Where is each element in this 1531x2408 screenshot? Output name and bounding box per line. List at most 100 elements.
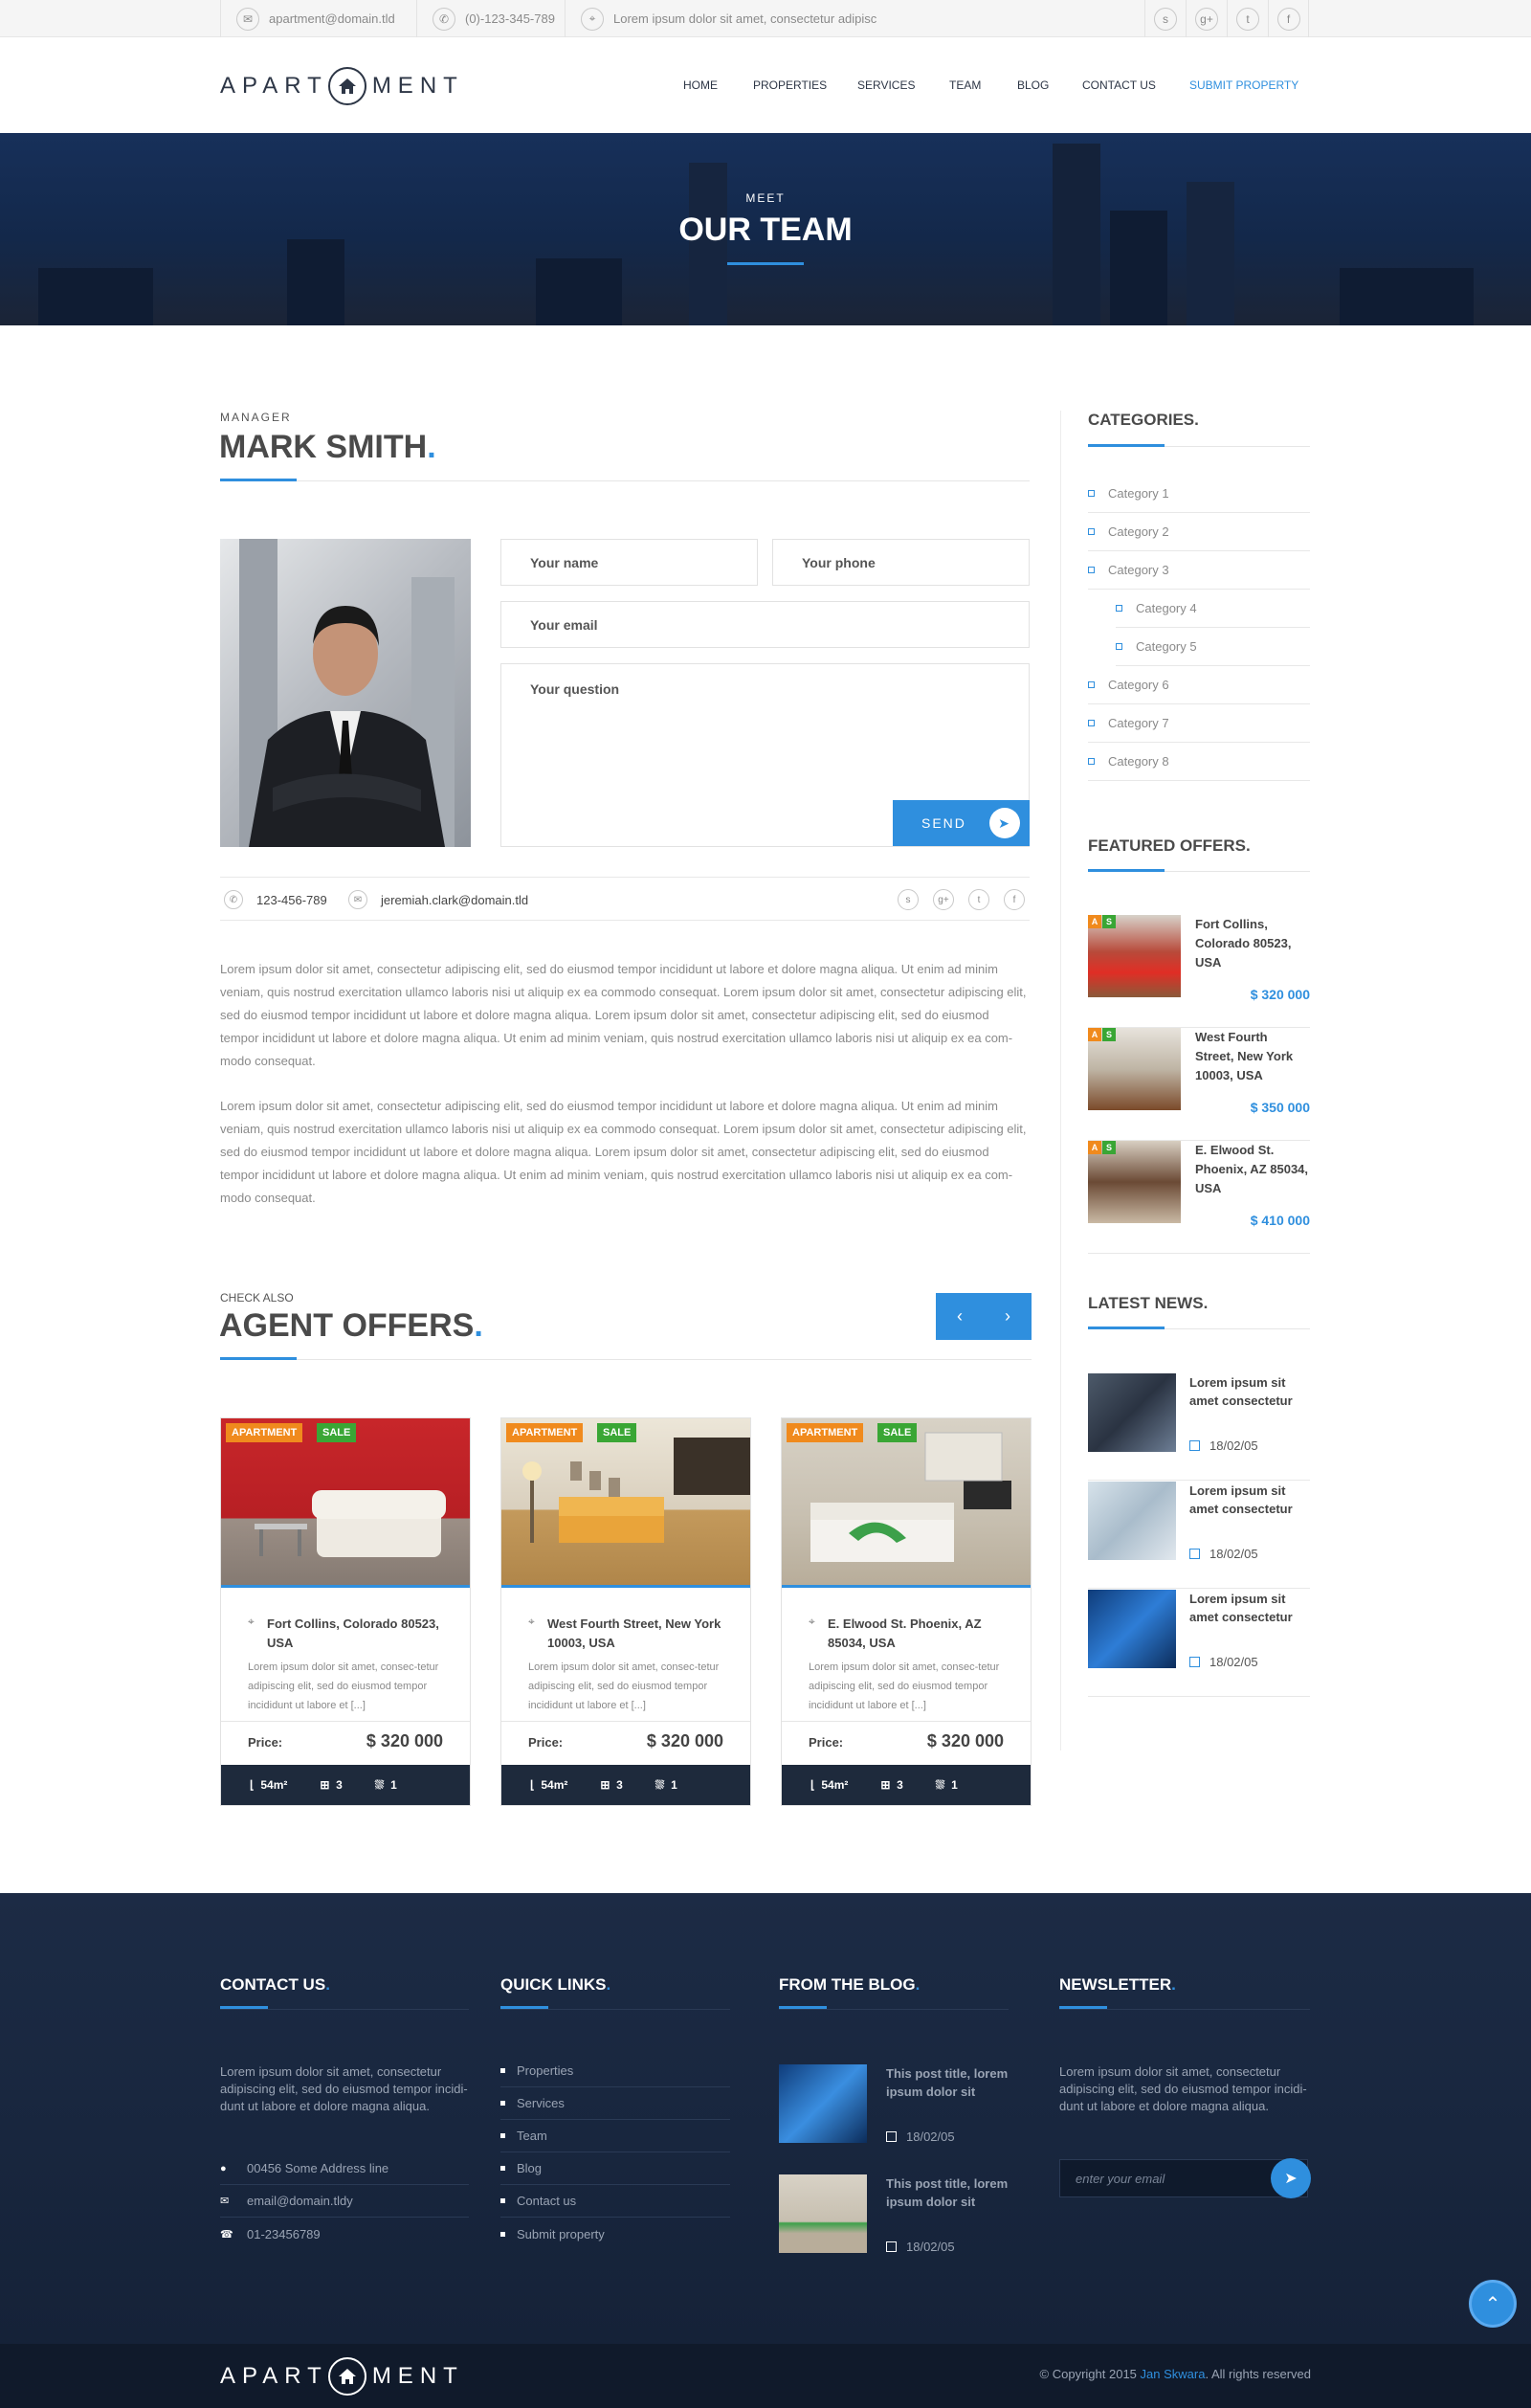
nav-team[interactable]: TEAM bbox=[949, 78, 981, 92]
hero-title: OUR TEAM bbox=[678, 212, 853, 248]
topbar-phone[interactable]: ✆ (0)-123-345-789 bbox=[416, 0, 565, 37]
author-link[interactable]: Jan Skwara bbox=[1141, 2367, 1206, 2381]
footer-link-contact[interactable]: Contact us bbox=[500, 2185, 730, 2218]
title-accent bbox=[220, 479, 297, 481]
footer-link-blog[interactable]: Blog bbox=[500, 2152, 730, 2185]
category-item[interactable]: Category 1 bbox=[1088, 475, 1310, 513]
google-plus-icon[interactable]: g+ bbox=[933, 889, 954, 910]
scroll-to-top-button[interactable]: ⌃ bbox=[1469, 2280, 1517, 2328]
offer-price-row: Price: $ 320 000 bbox=[782, 1721, 1031, 1765]
category-item[interactable]: Category 7 bbox=[1088, 704, 1310, 743]
badge-sale: SALE bbox=[317, 1423, 357, 1442]
featured-offers-title: FEATURED OFFERS. bbox=[1088, 836, 1251, 855]
name-field[interactable]: Your name bbox=[500, 539, 758, 586]
bullet-icon bbox=[500, 2133, 505, 2138]
nav-contact-us[interactable]: CONTACT US bbox=[1082, 78, 1156, 92]
newsletter-submit-button[interactable]: ➤ bbox=[1271, 2158, 1311, 2198]
footer-link-submit-property[interactable]: Submit property bbox=[500, 2218, 730, 2250]
blog-date: 18/02/05 bbox=[886, 2240, 955, 2254]
calendar-icon bbox=[1189, 1440, 1200, 1451]
skyline-building bbox=[287, 239, 344, 325]
topbar-twitter[interactable]: t bbox=[1227, 0, 1268, 37]
nav-blog[interactable]: BLOG bbox=[1017, 78, 1049, 92]
skype-icon[interactable]: s bbox=[898, 889, 919, 910]
featured-offer[interactable]: AS Fort Collins, Colorado 80523, USA $ 3… bbox=[1088, 915, 1310, 1028]
category-item[interactable]: Category 6 bbox=[1088, 666, 1310, 704]
offer-features: ⌊ 54m² ⊞ 3 ⛆ 1 bbox=[221, 1765, 470, 1805]
footer-logo[interactable]: APART MENT bbox=[220, 2357, 464, 2396]
badge-sale: SALE bbox=[597, 1423, 637, 1442]
topbar-google-plus[interactable]: g+ bbox=[1186, 0, 1227, 37]
blog-image bbox=[779, 2064, 867, 2143]
twitter-icon[interactable]: t bbox=[968, 889, 989, 910]
category-item[interactable]: Category 3 bbox=[1088, 551, 1310, 590]
news-image bbox=[1088, 1482, 1176, 1560]
offer-description: Lorem ipsum dolor sit amet, consec-tetur… bbox=[809, 1661, 1000, 1711]
offer-baths: 1 bbox=[390, 1778, 397, 1792]
location-pin-icon: ⌖ bbox=[528, 1615, 535, 1628]
footer-phone: ☎ 01-23456789 bbox=[220, 2226, 321, 2241]
footer-newsletter-title: NEWSLETTER. bbox=[1059, 1975, 1176, 1994]
footer-link-services[interactable]: Services bbox=[500, 2087, 730, 2120]
location-pin-icon: ⌖ bbox=[809, 1615, 815, 1628]
envelope-icon: ✉ bbox=[236, 7, 259, 31]
bullet-icon bbox=[1088, 681, 1095, 688]
paper-plane-icon: ➤ bbox=[989, 808, 1020, 838]
offer-image: APARTMENT SALE bbox=[501, 1418, 750, 1588]
topbar-skype[interactable]: s bbox=[1144, 0, 1186, 37]
footer-link-team[interactable]: Team bbox=[500, 2120, 730, 2152]
footer-link-properties[interactable]: Properties bbox=[500, 2055, 730, 2087]
nav-services[interactable]: SERVICES bbox=[857, 78, 915, 92]
phone-icon: ☎ bbox=[220, 2228, 233, 2241]
blog-title: This post title, lorem ipsum dolor sit bbox=[886, 2066, 1009, 2099]
email-field[interactable]: Your email bbox=[500, 601, 1030, 648]
footer-blog-post[interactable]: This post title, lorem ipsum dolor sit 1… bbox=[779, 2064, 1009, 2160]
offer-baths: 1 bbox=[951, 1778, 958, 1792]
agent-phone[interactable]: ✆ 123-456-789 bbox=[224, 878, 327, 922]
offer-image: APARTMENT SALE bbox=[221, 1418, 470, 1588]
news-item[interactable]: Lorem ipsum sit amet consectetur 18/02/0… bbox=[1088, 1373, 1310, 1481]
nav-home[interactable]: HOME bbox=[683, 78, 718, 92]
chevron-up-icon: ⌃ bbox=[1484, 2293, 1501, 2315]
footer-email[interactable]: ✉ email@domain.tldy bbox=[220, 2185, 469, 2218]
send-button[interactable]: SEND ➤ bbox=[893, 800, 1030, 846]
category-item[interactable]: Category 8 bbox=[1088, 743, 1310, 781]
chevron-right-icon[interactable]: › bbox=[984, 1293, 1032, 1340]
topbar-facebook[interactable]: f bbox=[1268, 0, 1309, 37]
news-item[interactable]: Lorem ipsum sit amet consectetur 18/02/0… bbox=[1088, 1482, 1310, 1589]
topbar-email[interactable]: ✉ apartment@domain.tld bbox=[220, 0, 416, 37]
agent-email[interactable]: ✉ jeremiah.clark@domain.tld bbox=[348, 878, 528, 922]
main-header: APART MENT HOME PROPERTIES SERVICES TEAM… bbox=[0, 38, 1531, 133]
news-item[interactable]: Lorem ipsum sit amet consectetur 18/02/0… bbox=[1088, 1590, 1310, 1697]
offer-rooms: 3 bbox=[616, 1778, 623, 1792]
category-item[interactable]: Category 2 bbox=[1088, 513, 1310, 551]
skyline-building bbox=[38, 268, 153, 325]
offer-card[interactable]: APARTMENT SALE ⌖ West Fourth Street, New… bbox=[500, 1417, 751, 1806]
envelope-icon: ✉ bbox=[220, 2196, 230, 2207]
house-icon bbox=[327, 2357, 366, 2396]
featured-offer[interactable]: AS West Fourth Street, New York 10003, U… bbox=[1088, 1028, 1310, 1141]
featured-offer[interactable]: AS E. Elwood St. Phoenix, AZ 85034, USA … bbox=[1088, 1141, 1310, 1254]
phone-field[interactable]: Your phone bbox=[772, 539, 1030, 586]
logo[interactable]: APART MENT bbox=[220, 67, 464, 105]
footer-address: ● 00456 Some Address line bbox=[220, 2152, 469, 2185]
nav-submit-property[interactable]: SUBMIT PROPERTY bbox=[1189, 78, 1298, 92]
footer-blog-post[interactable]: This post title, lorem ipsum dolor sit 1… bbox=[779, 2174, 1009, 2270]
hero-subtitle: MEET bbox=[745, 191, 786, 205]
featured-offer-price: $ 410 000 bbox=[1250, 1213, 1310, 1228]
offer-card[interactable]: APARTMENT SALE ⌖ Fort Collins, Colorado … bbox=[220, 1417, 471, 1806]
calendar-icon bbox=[886, 2131, 897, 2142]
category-item[interactable]: Category 5 bbox=[1116, 628, 1310, 666]
category-item[interactable]: Category 4 bbox=[1116, 590, 1310, 628]
chevron-left-icon[interactable]: ‹ bbox=[936, 1293, 984, 1340]
badge-a: A bbox=[1088, 915, 1101, 928]
rooms-icon: ⊞ bbox=[880, 1778, 898, 1792]
footer-contact-title: CONTACT US. bbox=[220, 1975, 330, 1994]
offer-card[interactable]: APARTMENT SALE ⌖ E. Elwood St. Phoenix, … bbox=[781, 1417, 1032, 1806]
offer-address: West Fourth Street, New York 10003, USA bbox=[547, 1616, 721, 1650]
news-title: Lorem ipsum sit amet consectetur bbox=[1189, 1375, 1293, 1408]
agent-role: MANAGER bbox=[220, 411, 292, 424]
featured-offer-address: Fort Collins, Colorado 80523, USA bbox=[1195, 917, 1292, 970]
facebook-icon[interactable]: f bbox=[1004, 889, 1025, 910]
nav-properties[interactable]: PROPERTIES bbox=[753, 78, 827, 92]
